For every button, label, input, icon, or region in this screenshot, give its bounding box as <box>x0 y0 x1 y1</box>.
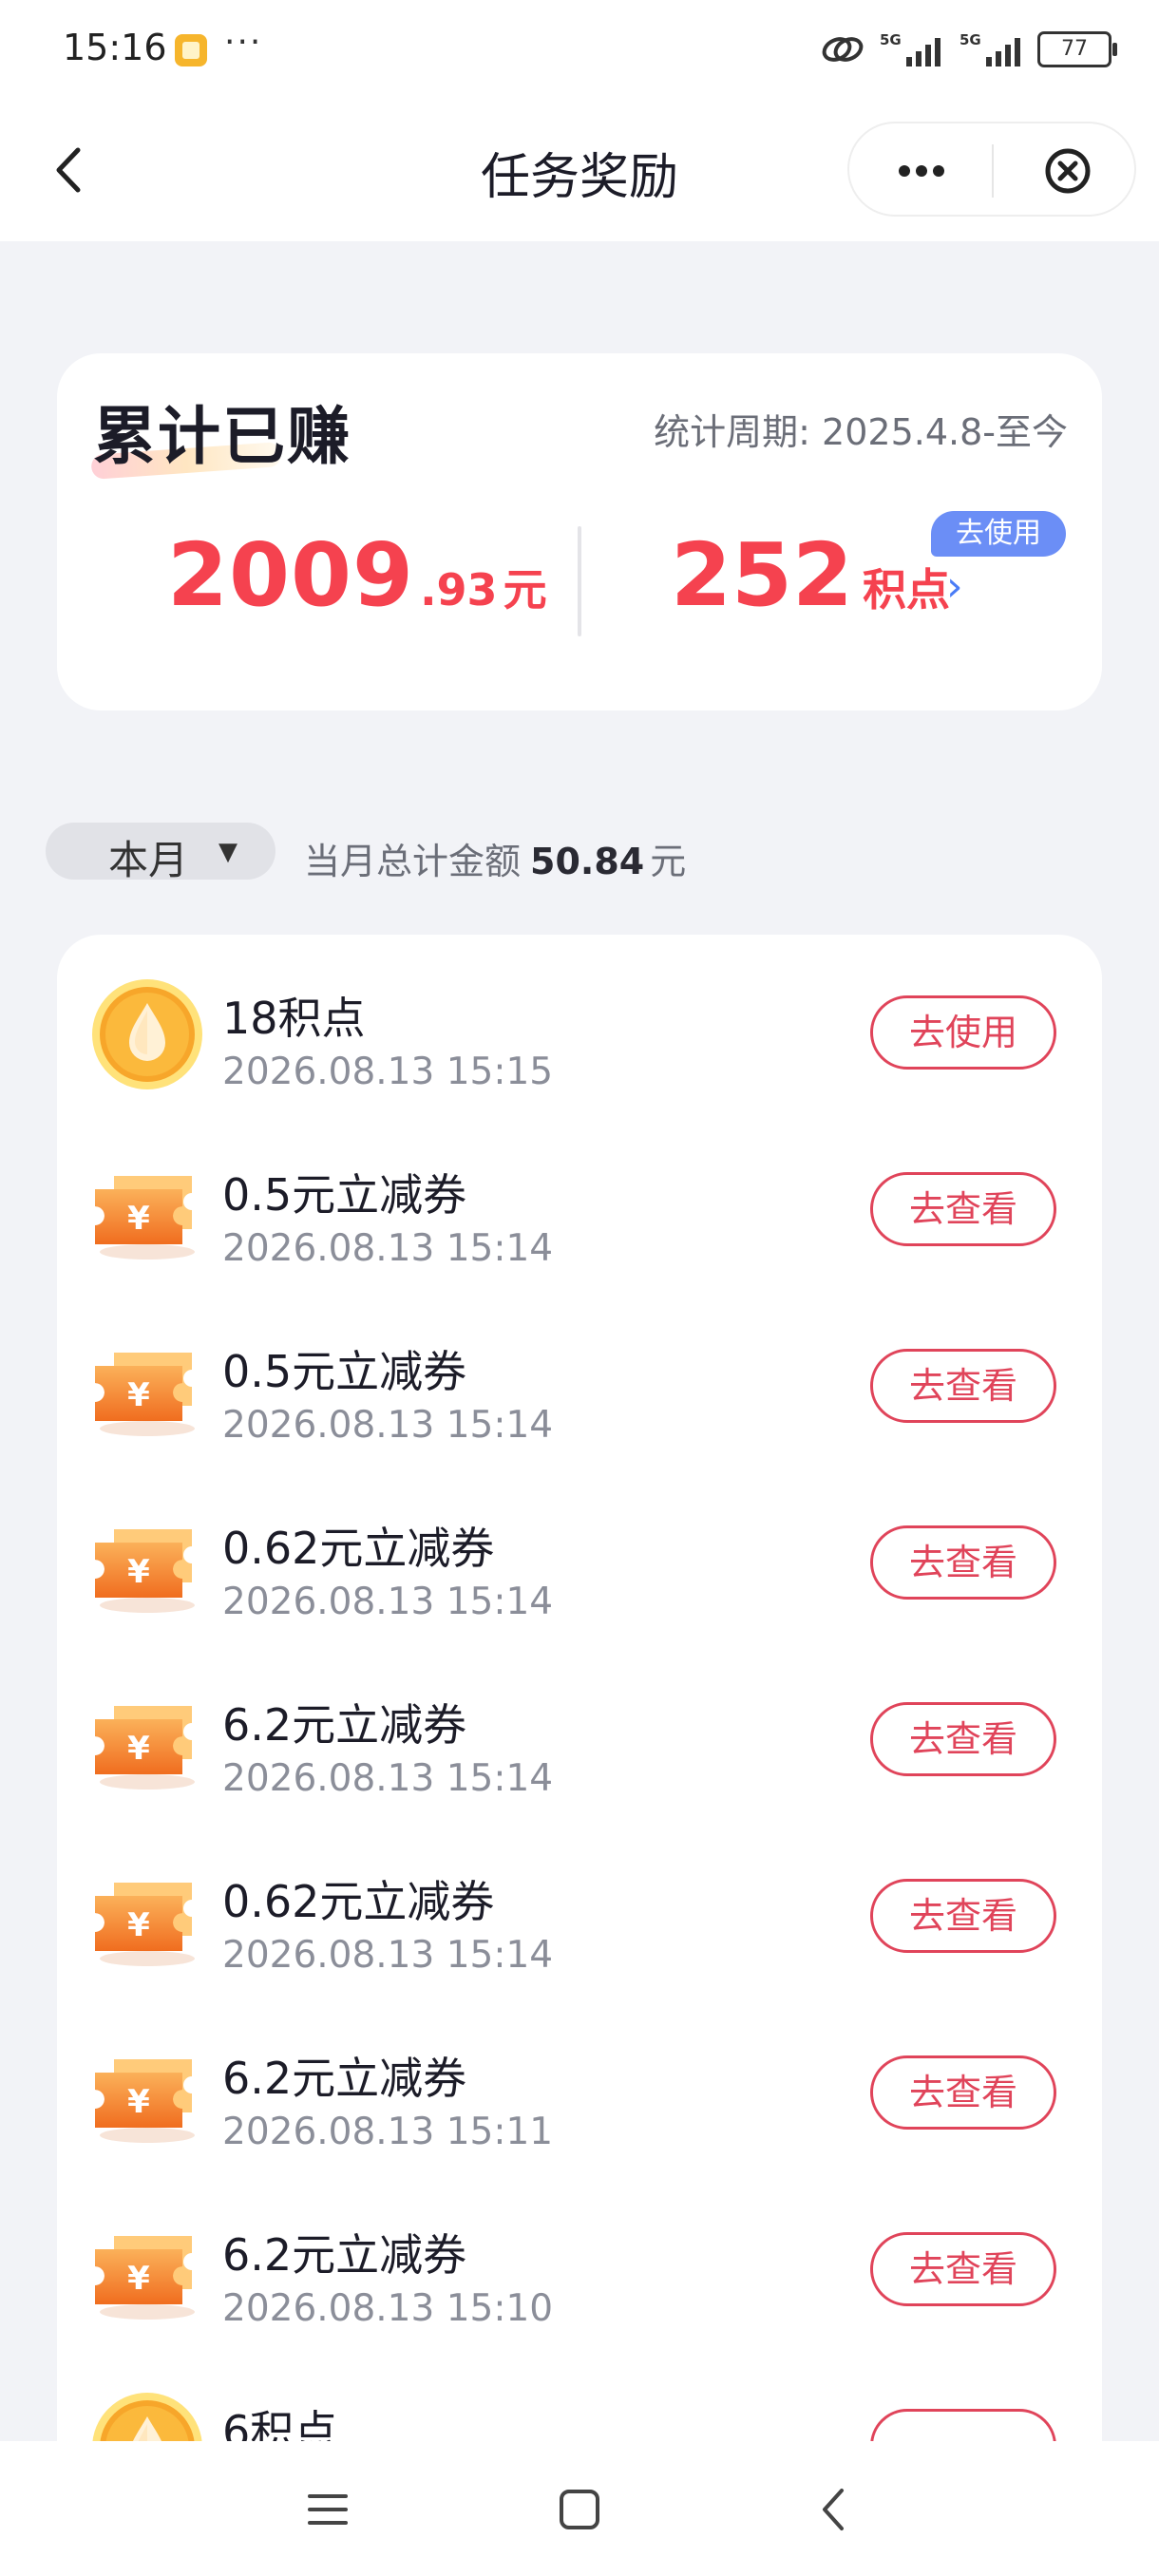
reward-title: 0.62元立减券 <box>222 1523 495 1574</box>
reward-time: 2026.08.13 15:14 <box>222 1227 554 1270</box>
view-reward-button[interactable]: 去查看 <box>870 1349 1056 1423</box>
reward-time: 2026.08.13 15:14 <box>222 1934 554 1977</box>
reward-list: 18积点 2026.08.13 15:15 去使用 ¥0.5元立减券 2026.08.1… <box>57 935 1102 2549</box>
recent-apps-button[interactable] <box>306 2489 350 2530</box>
reward-list-item: ¥0.62元立减券 2026.08.13 15:14 去查看 <box>57 1489 1102 1666</box>
more-notifications-icon: ··· <box>224 23 263 62</box>
reward-time: 2026.08.13 15:11 <box>222 2111 554 2153</box>
reward-time: 2026.08.13 15:14 <box>222 1581 554 1623</box>
hotspot-link-icon <box>821 33 864 66</box>
signal-5g-icon: 5G <box>958 30 1024 68</box>
caret-down-icon: ▼ <box>218 838 238 866</box>
svg-text:¥: ¥ <box>127 1553 150 1591</box>
coupon-ticket-icon: ¥ <box>89 2036 205 2152</box>
view-reward-button[interactable]: 去查看 <box>870 1172 1056 1246</box>
stat-period: 统计周期: 2025.4.8-至今 <box>654 411 1068 453</box>
reward-list-item: ¥6.2元立减券 2026.08.13 15:14 去查看 <box>57 1666 1102 1843</box>
home-button[interactable] <box>557 2487 602 2532</box>
view-reward-button[interactable]: 去查看 <box>870 2232 1056 2306</box>
reward-title: 6.2元立减券 <box>222 2229 467 2281</box>
month-filter-row: 本月 ▼ 当月总计金额 50.84 元 <box>46 823 1113 883</box>
more-button[interactable] <box>884 144 960 198</box>
use-points-badge[interactable]: 去使用 <box>931 511 1066 557</box>
reward-list-item: 18积点 2026.08.13 15:15 去使用 <box>57 959 1102 1136</box>
month-total: 当月总计金额 50.84 元 <box>304 832 686 884</box>
svg-text:¥: ¥ <box>127 1906 150 1944</box>
points-drop-icon <box>89 976 205 1092</box>
more-dots-icon <box>899 165 944 177</box>
month-select[interactable]: 本月 ▼ <box>46 823 276 883</box>
nav-bar: 任务奖励 <box>0 99 1159 241</box>
system-back-button[interactable] <box>817 2485 849 2534</box>
notification-app-icon <box>175 34 207 66</box>
chevron-right-icon[interactable]: › <box>946 562 963 611</box>
month-total-unit: 元 <box>650 841 687 882</box>
money-integer: 2009 <box>167 524 415 626</box>
status-bar: 15:16 ··· 5G 5G 77 <box>0 0 1159 99</box>
svg-text:¥: ¥ <box>127 2260 150 2298</box>
reward-list-item: ¥0.5元立减券 2026.08.13 15:14 去查看 <box>57 1313 1102 1489</box>
coupon-ticket-icon: ¥ <box>89 2213 205 2329</box>
summary-title: 累计已赚 <box>93 400 352 473</box>
reward-title: 0.62元立减券 <box>222 1876 495 1927</box>
total-points-earned[interactable]: 252 积点 <box>671 524 950 626</box>
coupon-ticket-icon: ¥ <box>89 1860 205 1976</box>
summary-divider <box>578 526 581 636</box>
reward-title: 0.5元立减券 <box>222 1346 467 1397</box>
back-arrow-icon <box>823 2489 844 2530</box>
reward-list-item: ¥6.2元立减券 2026.08.13 15:11 去查看 <box>57 2019 1102 2196</box>
network-type-label: 5G <box>960 31 981 48</box>
svg-text:¥: ¥ <box>127 1730 150 1768</box>
reward-list-item: ¥6.2元立减券 2026.08.13 15:10 去查看 <box>57 2196 1102 2373</box>
reward-time: 2026.08.13 15:10 <box>222 2287 554 2330</box>
coupon-ticket-icon: ¥ <box>89 1506 205 1622</box>
status-time: 15:16 <box>63 27 167 68</box>
coupon-ticket-icon: ¥ <box>89 1330 205 1446</box>
reward-title: 18积点 <box>222 993 366 1044</box>
money-unit: 元 <box>503 564 547 616</box>
svg-text:¥: ¥ <box>127 1376 150 1414</box>
capsule-divider <box>992 144 994 198</box>
battery-icon: 77 <box>1037 31 1117 67</box>
points-value: 252 <box>671 524 854 626</box>
reward-title: 6.2元立减券 <box>222 1699 467 1751</box>
close-circle-icon <box>1045 148 1091 194</box>
month-total-label: 当月总计金额 <box>304 841 522 882</box>
total-money-earned: 2009.93 元 <box>167 524 547 626</box>
signal-5g-icon: 5G <box>878 30 944 68</box>
view-reward-button[interactable]: 去查看 <box>870 1525 1056 1600</box>
points-unit: 积点 <box>863 564 951 616</box>
svg-text:¥: ¥ <box>127 1200 150 1238</box>
reward-list-item: ¥0.62元立减券 2026.08.13 15:14 去查看 <box>57 1843 1102 2019</box>
month-total-amount: 50.84 <box>530 841 645 882</box>
close-button[interactable] <box>1039 142 1096 199</box>
earnings-summary-card: 累计已赚 统计周期: 2025.4.8-至今 2009.93 元 252 积点 › … <box>57 353 1102 710</box>
month-select-label: 本月 <box>108 837 189 883</box>
view-reward-button[interactable]: 去查看 <box>870 2055 1056 2130</box>
system-nav-bar <box>0 2441 1159 2576</box>
mini-program-capsule <box>847 122 1136 217</box>
home-square-icon <box>560 2490 599 2529</box>
network-type-label: 5G <box>880 31 902 48</box>
coupon-ticket-icon: ¥ <box>89 1683 205 1799</box>
coupon-ticket-icon: ¥ <box>89 1153 205 1269</box>
svg-text:¥: ¥ <box>127 2083 150 2121</box>
reward-title: 0.5元立减券 <box>222 1169 467 1221</box>
reward-title: 6.2元立减券 <box>222 2053 467 2104</box>
view-reward-button[interactable]: 去查看 <box>870 1879 1056 1953</box>
status-indicators: 5G 5G 77 <box>821 27 1117 72</box>
reward-time: 2026.08.13 15:14 <box>222 1404 554 1447</box>
reward-time: 2026.08.13 15:15 <box>222 1051 554 1093</box>
battery-level: 77 <box>1061 37 1088 61</box>
use-reward-button[interactable]: 去使用 <box>870 995 1056 1070</box>
view-reward-button[interactable]: 去查看 <box>870 1702 1056 1776</box>
menu-icon <box>308 2494 348 2525</box>
reward-time: 2026.08.13 15:14 <box>222 1757 554 1800</box>
money-decimal: .93 <box>420 564 498 616</box>
reward-list-item: ¥0.5元立减券 2026.08.13 15:14 去查看 <box>57 1136 1102 1313</box>
